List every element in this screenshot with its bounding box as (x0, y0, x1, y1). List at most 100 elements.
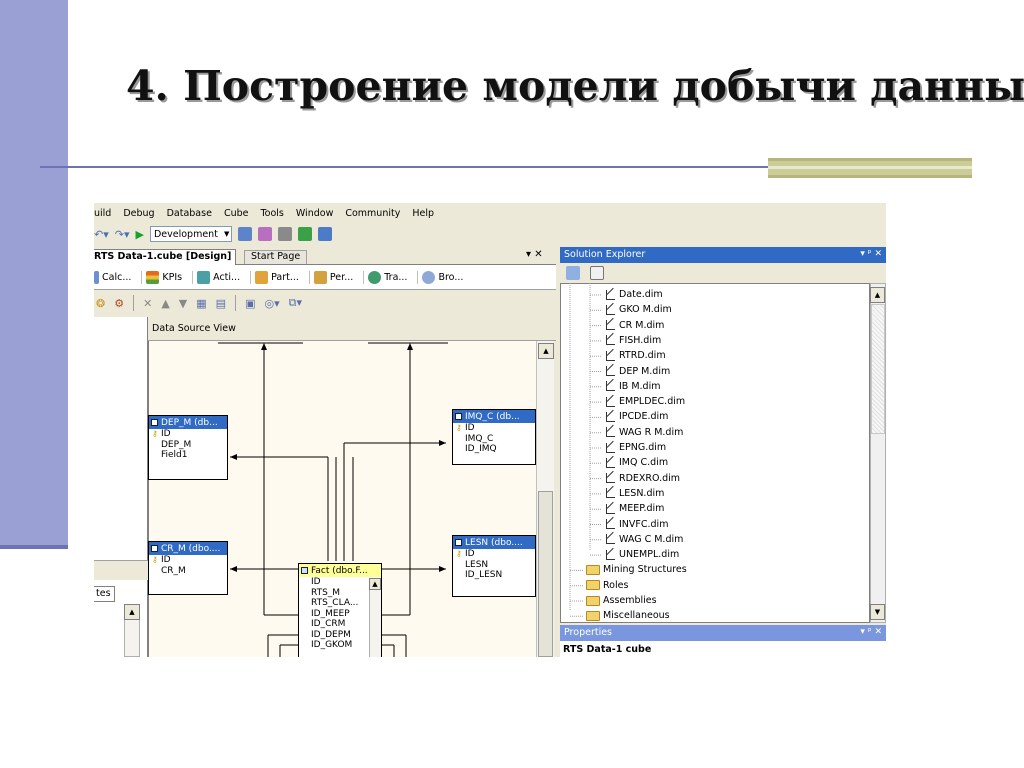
menu-community[interactable]: Community (345, 208, 400, 219)
table-dep-m[interactable]: DEP_M (db... ⚷ ID DEP_M Field1 (148, 415, 228, 480)
table-lesn[interactable]: LESN (dbo.... ⚷ ID LESN ID_LESN (452, 535, 536, 597)
table-column[interactable]: IMQ_C (453, 434, 535, 445)
dsv-vertical-scrollbar[interactable]: ▲ (536, 341, 554, 657)
menu-help[interactable]: Help (412, 208, 434, 219)
tree-item-dimension[interactable]: DEP M.dim (604, 363, 670, 379)
configuration-select[interactable]: Development ▼ (149, 226, 233, 242)
redo-icon[interactable]: ↷▾ (115, 228, 130, 241)
table-fact[interactable]: Fact (dbo.F... ID RTS_M RTS_CLA... ID_ME… (298, 563, 382, 657)
tree-item-dimension[interactable]: FISH.dim (604, 333, 661, 348)
key-icon: ⚷ (152, 429, 158, 438)
move-down-icon[interactable]: ▼ (179, 297, 187, 310)
tree-item-dimension[interactable]: Date.dim (604, 287, 663, 302)
tree-item-dimension[interactable]: IB M.dim (604, 379, 660, 394)
tree-item-dimension[interactable]: WAG C M.dim (604, 532, 683, 547)
table-column[interactable]: Field1 (149, 450, 227, 461)
undo-icon[interactable]: ↶▾ (94, 228, 109, 241)
table-imq-c[interactable]: IMQ_C (db... ⚷ ID IMQ_C ID_IMQ (452, 409, 536, 465)
tree-item-dimension[interactable]: RDEXRO.dim (604, 470, 680, 486)
tree-item-dimension[interactable]: WAG R M.dim (604, 424, 683, 440)
tree-item-dimension[interactable]: MEEP.dim (604, 501, 664, 516)
zoom-icon[interactable]: ◎▾ (264, 297, 279, 310)
new-measure-icon[interactable]: ❂ (96, 297, 105, 310)
table-header[interactable]: LESN (dbo.... (453, 536, 535, 549)
dimension-icon (604, 317, 616, 331)
properties-object-selector[interactable]: RTS Data-1 cube (560, 641, 886, 657)
table-column[interactable]: ⚷ ID (453, 423, 535, 434)
fact-table-scrollbar[interactable]: ▲ (369, 578, 381, 657)
table-column[interactable]: CR_M (149, 566, 227, 577)
tree-item-folder[interactable]: Roles (586, 578, 628, 593)
window-icon[interactable] (318, 227, 333, 241)
tab-perspectives[interactable]: Per... (308, 270, 353, 284)
tree-item-folder[interactable]: Assemblies (586, 593, 657, 608)
scroll-up-icon[interactable]: ▲ (870, 287, 885, 303)
new-measure-group-icon[interactable]: ⚙ (114, 297, 124, 310)
tree-item-dimension[interactable]: UNEMPL.dim (604, 547, 679, 562)
show-tables-icon[interactable]: ▣ (245, 297, 255, 310)
document-window-controls[interactable]: ▾ ✕ (526, 249, 543, 260)
properties-controls[interactable]: ▾ ᵖ ✕ (860, 627, 882, 637)
tab-browser[interactable]: Bro... (417, 270, 463, 284)
scroll-thumb[interactable] (871, 304, 885, 434)
tree-item-dimension[interactable]: GKO M.dim (604, 302, 672, 317)
tab-actions[interactable]: Acti... (192, 270, 240, 284)
tab-calculations[interactable]: Calc... (94, 270, 131, 284)
tree-item-dimension[interactable]: RTRD.dim (604, 348, 666, 363)
table-cr-m[interactable]: CR_M (dbo.... ⚷ ID CR_M (148, 541, 228, 595)
tab-attributes[interactable]: tes (94, 586, 115, 602)
table-icon (455, 539, 462, 546)
tree-item-dimension[interactable]: EPNG.dim (604, 440, 666, 455)
table-column[interactable]: ⚷ ID (149, 555, 227, 566)
tab-cube-design[interactable]: RTS Data-1.cube [Design] (94, 249, 237, 265)
tree-item-dimension[interactable]: IPCDE.dim (604, 409, 668, 424)
tab-partitions[interactable]: Part... (250, 270, 299, 284)
list-view-icon[interactable]: ▤ (216, 297, 226, 310)
menu-tools[interactable]: Tools (260, 208, 283, 219)
properties-icon[interactable] (566, 266, 580, 280)
tree-item-dimension[interactable]: IMQ C.dim (604, 455, 668, 470)
scroll-up-icon[interactable]: ▲ (124, 604, 140, 620)
menu-build[interactable]: uild (94, 208, 111, 219)
tree-item-folder[interactable]: Mining Structures (586, 562, 687, 577)
tools-icon[interactable] (278, 227, 293, 241)
tab-translations[interactable]: Tra... (363, 270, 407, 284)
table-column[interactable]: DEP_M (149, 440, 227, 451)
solution-explorer-scrollbar[interactable]: ▲ ▼ (870, 283, 886, 623)
move-up-icon[interactable]: ▲ (161, 297, 169, 310)
table-header[interactable]: IMQ_C (db... (453, 410, 535, 423)
solution-explorer-controls[interactable]: ▾ ᵖ ✕ (860, 249, 882, 259)
find-icon[interactable] (238, 227, 253, 241)
arrange-tables-icon[interactable]: ⧉▾ (289, 296, 302, 310)
tab-kpis[interactable]: KPIs (141, 270, 182, 284)
scroll-thumb[interactable] (538, 491, 553, 657)
menu-cube[interactable]: Cube (224, 208, 249, 219)
tab-start-page[interactable]: Start Page (244, 250, 308, 264)
deploy-icon[interactable] (298, 227, 313, 241)
grid-view-icon[interactable]: ▦ (196, 297, 206, 310)
menu-window[interactable]: Window (296, 208, 333, 219)
table-column[interactable]: ⚷ ID (453, 549, 535, 560)
tree-item-dimension[interactable]: CR M.dim (604, 317, 664, 333)
menu-debug[interactable]: Debug (123, 208, 154, 219)
menu-database[interactable]: Database (167, 208, 212, 219)
table-header[interactable]: Fact (dbo.F... (299, 564, 381, 577)
scroll-up-icon[interactable]: ▲ (538, 343, 554, 359)
table-column[interactable]: ID_LESN (453, 570, 535, 581)
tree-item-folder[interactable]: Miscellaneous (586, 608, 670, 623)
table-column[interactable]: ⚷ ID (149, 429, 227, 440)
tree-item-dimension[interactable]: INVFC.dim (604, 516, 668, 532)
properties-icon[interactable] (258, 227, 273, 241)
scroll-up-icon[interactable]: ▲ (369, 578, 381, 590)
table-column[interactable]: ID_IMQ (453, 444, 535, 455)
table-header[interactable]: CR_M (dbo.... (149, 542, 227, 555)
scroll-down-icon[interactable]: ▼ (870, 604, 885, 620)
show-all-files-icon[interactable] (590, 266, 604, 280)
start-debug-icon[interactable]: ▶ (136, 228, 144, 241)
delete-icon[interactable]: ✕ (143, 297, 152, 310)
tree-item-dimension[interactable]: EMPLDEC.dim (604, 394, 685, 409)
table-header[interactable]: DEP_M (db... (149, 416, 227, 429)
tree-item-dimension[interactable]: LESN.dim (604, 486, 664, 501)
left-pane-scrollbar[interactable]: ▲ (124, 604, 140, 657)
table-column[interactable]: LESN (453, 560, 535, 571)
